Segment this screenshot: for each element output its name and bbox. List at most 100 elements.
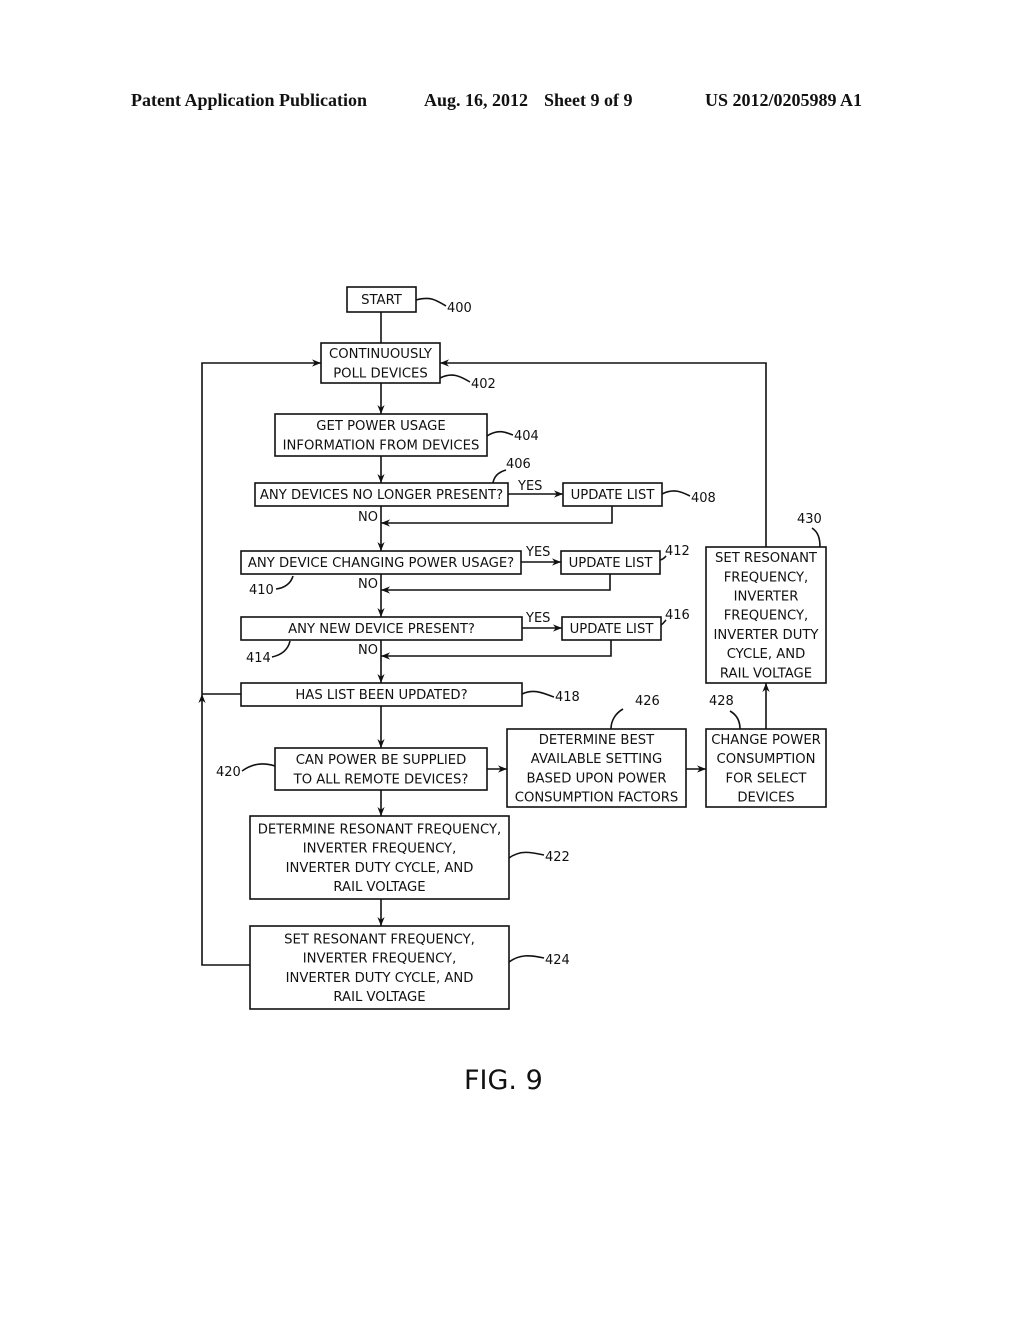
box-text-line: TO ALL REMOTE DEVICES? (293, 772, 469, 787)
box-text-line: SET RESONANT (715, 551, 818, 566)
process-boxes: START CONTINUOUSLY POLL DEVICES GET POWER U… (240, 286, 827, 1010)
ref-numeral: 406 (506, 457, 531, 472)
leader-line (415, 297, 447, 307)
ref-416: 416 (660, 608, 690, 626)
box-get-usage: GET POWER USAGE INFORMATION FROM DEVICES (274, 413, 488, 457)
box-text-line: SET RESONANT FREQUENCY, (284, 932, 475, 947)
ref-numeral: 412 (665, 544, 690, 559)
box-text-line: RAIL VOLTAGE (333, 990, 425, 1005)
ref-numeral: 430 (797, 512, 822, 527)
box-start: START (346, 286, 417, 313)
leader-line (271, 640, 291, 658)
box-text-line: DETERMINE RESONANT FREQUENCY, (258, 822, 501, 837)
ref-412: 412 (659, 544, 690, 561)
edge-label-yes: YES (517, 479, 542, 494)
ref-402: 402 (439, 374, 496, 392)
ref-404: 404 (486, 429, 539, 444)
box-text-line: UPDATE LIST (570, 622, 655, 637)
box-text-line: CONSUMPTION FACTORS (515, 791, 679, 806)
box-text-line: UPDATE LIST (569, 556, 654, 571)
ref-426: 426 (610, 694, 660, 730)
box-change-consumption: CHANGE POWER CONSUMPTION FOR SELECT DEVICES (705, 728, 827, 808)
edge-label-yes: YES (525, 611, 550, 626)
figure-label: FIG. 9 (464, 1065, 543, 1096)
ref-numeral: 418 (555, 690, 580, 705)
box-text-line: BASED UPON POWER (526, 771, 666, 786)
connector-408-return (381, 506, 613, 527)
box-text-line: CONTINUOUSLY (329, 347, 433, 362)
box-list-updated: HAS LIST BEEN UPDATED? (240, 682, 523, 707)
box-text-line: CAN POWER BE SUPPLIED (296, 753, 467, 768)
box-update3: UPDATE LIST (561, 616, 662, 641)
box-text-line: FREQUENCY, (724, 570, 809, 585)
ref-numeral: 416 (665, 608, 690, 623)
leader-line (661, 490, 691, 497)
edge-label-no: NO (358, 643, 378, 658)
edge-label-no: NO (358, 577, 378, 592)
ref-430: 430 (797, 512, 822, 548)
box-text-line: INVERTER (734, 590, 799, 605)
box-text-line: FREQUENCY, (724, 609, 809, 624)
ref-numeral: 402 (471, 377, 496, 392)
box-text-line: DEVICES (737, 791, 794, 806)
box-text-line: RAIL VOLTAGE (333, 880, 425, 895)
box-text-line: AVAILABLE SETTING (531, 752, 662, 767)
box-text-line: POLL DEVICES (333, 366, 428, 381)
ref-numeral: 428 (709, 694, 734, 709)
ref-422: 422 (508, 850, 570, 865)
ref-420: 420 (216, 763, 276, 780)
leader-line (492, 469, 507, 484)
ref-408: 408 (661, 490, 716, 506)
box-text-line: INVERTER DUTY CYCLE, AND (286, 861, 474, 876)
box-text-line: INVERTER DUTY (714, 628, 820, 643)
box-new-device: ANY NEW DEVICE PRESENT? (240, 616, 523, 641)
box-text-line: DETERMINE BEST (539, 733, 655, 748)
leader-line (729, 710, 741, 730)
ref-410: 410 (249, 575, 294, 598)
box-can-supply: CAN POWER BE SUPPLIED TO ALL REMOTE DEVIC… (274, 747, 488, 791)
box-changing-usage: ANY DEVICE CHANGING POWER USAGE? (240, 550, 522, 575)
edge-label-no: NO (358, 510, 378, 525)
box-text-line: CONSUMPTION (717, 752, 816, 767)
edge-label-yes: YES (525, 545, 550, 560)
box-text-line: HAS LIST BEEN UPDATED? (295, 688, 467, 703)
ref-400: 400 (415, 297, 472, 316)
ref-414: 414 (246, 640, 291, 666)
box-text-line: FOR SELECT (726, 771, 808, 786)
box-update1: UPDATE LIST (562, 482, 663, 507)
box-text-line: ANY NEW DEVICE PRESENT? (288, 622, 475, 637)
ref-numeral: 414 (246, 651, 271, 666)
leader-line (508, 955, 545, 963)
box-text-line: INFORMATION FROM DEVICES (283, 438, 480, 453)
leader-line (508, 851, 545, 859)
leader-line (486, 430, 514, 437)
box-set: SET RESONANT FREQUENCY, INVERTER FREQUENC… (249, 925, 510, 1010)
connector-412-return (381, 574, 611, 594)
ref-424: 424 (508, 953, 570, 968)
box-text-line: CHANGE POWER (711, 733, 821, 748)
leader-line (275, 575, 294, 590)
ref-428: 428 (709, 694, 741, 730)
box-no-longer-present: ANY DEVICES NO LONGER PRESENT? (254, 482, 509, 507)
box-text-line: UPDATE LIST (571, 488, 656, 503)
ref-numeral: 422 (545, 850, 570, 865)
ref-numeral: 420 (216, 765, 241, 780)
box-text-line: ANY DEVICES NO LONGER PRESENT? (260, 488, 503, 503)
box-best-setting: DETERMINE BEST AVAILABLE SETTING BASED UPO… (506, 728, 687, 808)
connector-loop-poll (201, 359, 321, 694)
connector-424-loop (198, 694, 250, 966)
ref-numeral: 426 (635, 694, 660, 709)
ref-numeral: 410 (249, 583, 274, 598)
leader-line (610, 708, 624, 730)
ref-418: 418 (521, 690, 580, 705)
ref-numeral: 424 (545, 953, 570, 968)
box-text-line: INVERTER DUTY CYCLE, AND (286, 971, 474, 986)
connector-416-return (381, 640, 612, 660)
box-determine: DETERMINE RESONANT FREQUENCY, INVERTER FR… (249, 815, 510, 900)
box-text-line: ANY DEVICE CHANGING POWER USAGE? (248, 556, 514, 571)
leader-line (811, 527, 821, 548)
leader-line (521, 690, 555, 698)
ref-numeral: 400 (447, 301, 472, 316)
box-text-line: GET POWER USAGE (316, 419, 445, 434)
box-text-line: RAIL VOLTAGE (720, 666, 812, 681)
